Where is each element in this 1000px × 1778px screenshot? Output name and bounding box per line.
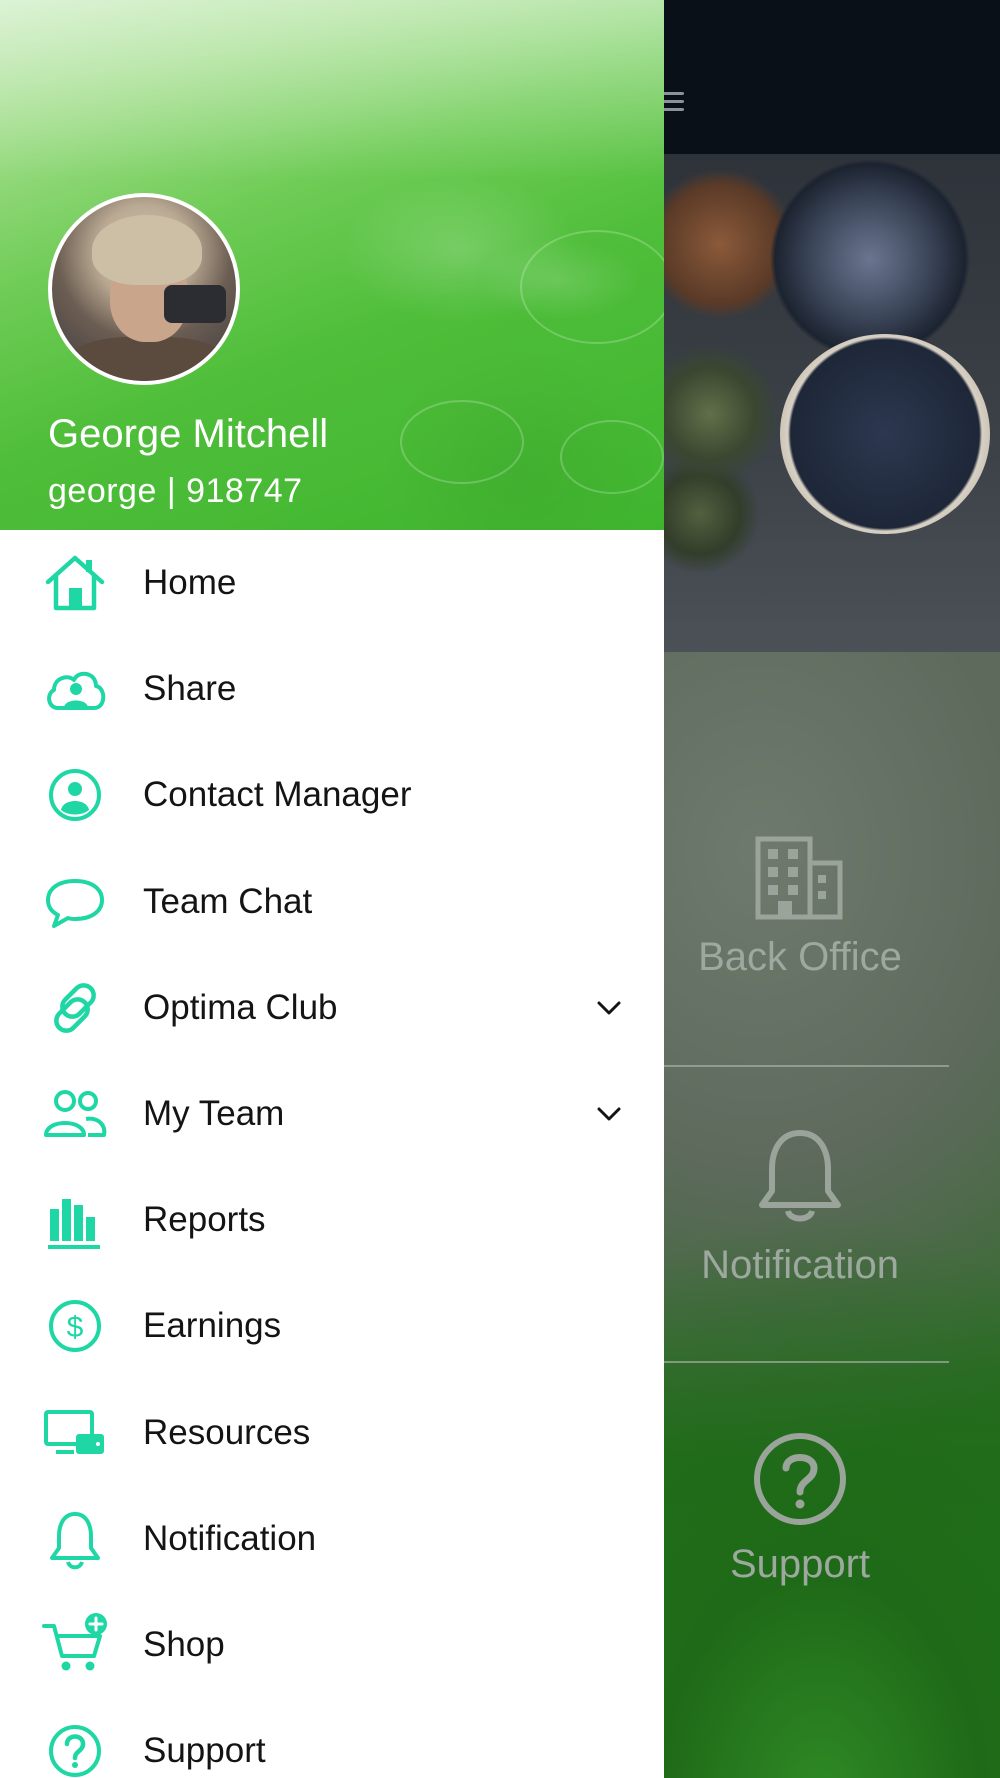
menu-label-home: Home: [143, 563, 237, 603]
support-tile-label: Support: [729, 1542, 871, 1586]
menu-item-team-chat[interactable]: Team Chat: [0, 849, 664, 955]
cloud-user-icon: [47, 672, 106, 711]
devices-icon: [44, 1409, 104, 1454]
menu-item-support[interactable]: Support: [0, 1698, 664, 1778]
chat-bubble-icon: [46, 878, 104, 928]
bell-icon: [759, 1130, 841, 1222]
menu-item-home[interactable]: Home: [0, 530, 664, 636]
user-id: george | 918747: [48, 472, 303, 510]
help-icon: [49, 1725, 101, 1778]
menu-item-earnings[interactable]: $ Earnings: [0, 1273, 664, 1379]
menu-label-notification: Notification: [143, 1518, 317, 1558]
back-office-label: Back Office: [698, 935, 902, 979]
menu-item-resources[interactable]: Resources: [0, 1380, 664, 1486]
menu-label-share: Share: [143, 669, 237, 709]
drawer-header: George Mitchell george | 918747: [0, 0, 664, 530]
bell-icon: [50, 1511, 100, 1570]
menu-item-shop[interactable]: Shop: [0, 1592, 664, 1698]
menu-label-earnings: Earnings: [143, 1306, 282, 1346]
home-icon: [45, 555, 105, 611]
menu-label-optima-club: Optima Club: [143, 987, 338, 1027]
menu-item-reports[interactable]: Reports: [0, 1167, 664, 1273]
team-icon: [44, 1090, 107, 1138]
menu-label-shop: Shop: [143, 1624, 225, 1664]
menu-label-support: Support: [143, 1731, 266, 1771]
building-icon: [755, 836, 843, 920]
menu-item-my-team[interactable]: My Team: [0, 1061, 664, 1167]
blueberry-bowl-image: [780, 334, 990, 534]
navigation-drawer: George Mitchell george | 918747 Home Sha…: [0, 0, 664, 1778]
back-office-tile[interactable]: Back Office: [664, 835, 936, 980]
menu-item-notification[interactable]: Notification: [0, 1486, 664, 1592]
chevron-down-icon[interactable]: [594, 1099, 624, 1129]
contact-icon: [49, 769, 101, 822]
dollar-icon: $: [49, 1300, 101, 1353]
tile-divider: [664, 1361, 949, 1363]
tile-divider: [664, 1065, 949, 1067]
menu-label-team-chat: Team Chat: [143, 881, 313, 921]
menu-label-resources: Resources: [143, 1412, 311, 1452]
avatar[interactable]: [48, 193, 240, 385]
menu-item-share[interactable]: Share: [0, 636, 664, 742]
chevron-down-icon[interactable]: [594, 993, 624, 1023]
drawer-menu: Home Share Contact Manager Team Chat Opt…: [0, 530, 664, 1778]
bar-chart-icon: [48, 1199, 100, 1250]
menu-item-optima-club[interactable]: Optima Club: [0, 955, 664, 1061]
menu-item-contact-manager[interactable]: Contact Manager: [0, 742, 664, 848]
svg-text:$: $: [67, 1311, 84, 1344]
menu-label-contact-manager: Contact Manager: [143, 775, 412, 815]
help-icon: [754, 1433, 846, 1525]
cart-plus-icon: [42, 1612, 107, 1671]
support-tile[interactable]: Support: [664, 1430, 936, 1587]
menu-label-my-team: My Team: [143, 1094, 285, 1134]
hamburger-menu-icon[interactable]: [662, 92, 684, 112]
link-icon: [54, 982, 96, 1033]
notification-tile-label: Notification: [701, 1243, 899, 1287]
menu-label-reports: Reports: [143, 1200, 266, 1240]
notification-tile[interactable]: Notification: [664, 1125, 936, 1288]
user-name: George Mitchell: [48, 412, 329, 456]
